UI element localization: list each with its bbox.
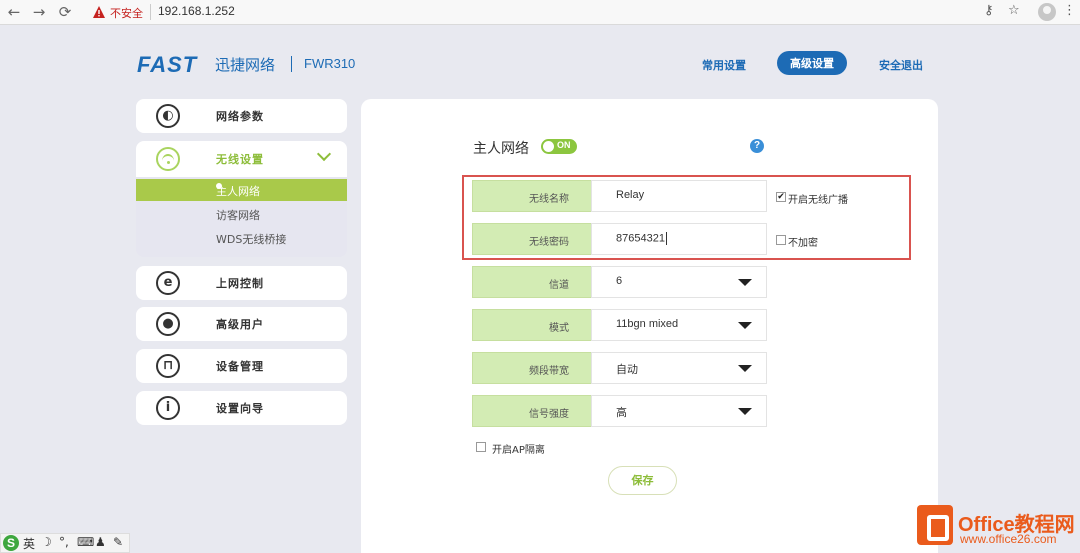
sidebar-section-wireless: 无线设置 主人网络 访客网络 WDS无线桥接 <box>136 141 347 257</box>
ime-moon-icon[interactable]: ☽ <box>41 535 52 549</box>
sidebar-item-wireless-settings[interactable]: 无线设置 <box>136 141 347 177</box>
sidebar-item-label: 无线设置 <box>216 153 264 166</box>
watermark-url: www.office26.com <box>960 532 1057 546</box>
nav-logout[interactable]: 安全退出 <box>879 57 923 73</box>
chevron-down-icon <box>316 146 332 162</box>
profile-avatar[interactable] <box>1038 3 1056 21</box>
ime-tool-icon[interactable]: ✎ <box>113 535 123 549</box>
office-logo-icon <box>917 505 953 545</box>
browser-toolbar: ← → ⟳ 不安全 192.168.1.252 ⚷ ☆ ⋮ <box>0 0 1080 25</box>
sidebar-item-device-management[interactable]: ⊓ 设备管理 <box>136 349 347 383</box>
forward-icon[interactable]: → <box>30 3 48 21</box>
sogou-icon[interactable]: S <box>3 535 19 551</box>
address-separator <box>150 4 151 20</box>
sidebar-item-label: 网络参数 <box>216 110 264 123</box>
mode-label: 模式 <box>472 309 592 341</box>
reload-icon[interactable]: ⟳ <box>56 3 74 21</box>
ime-punct-icon[interactable]: °, <box>59 535 69 549</box>
ime-user-icon[interactable]: ♟ <box>95 535 106 549</box>
insecure-label[interactable]: 不安全 <box>110 5 143 21</box>
channel-label: 信道 <box>472 266 592 298</box>
ssid-label: 无线名称 <box>472 180 592 212</box>
nav-common-settings[interactable]: 常用设置 <box>702 57 746 73</box>
page-title: 主人网络 <box>473 141 529 157</box>
back-icon[interactable]: ← <box>5 3 23 21</box>
sidebar-subitem-label: 主人网络 <box>216 185 260 198</box>
bandwidth-select[interactable]: 自动 <box>591 352 767 384</box>
help-icon[interactable]: ? <box>750 139 764 153</box>
wifi-icon <box>156 147 180 171</box>
no-encrypt-checkbox[interactable] <box>776 235 786 245</box>
signal-label: 信号强度 <box>472 395 592 427</box>
sidebar-item-label: 上网控制 <box>216 277 264 290</box>
sidebar-item-label: 设置向导 <box>216 402 264 415</box>
ap-isolation-label: 开启AP隔离 <box>492 445 545 456</box>
address-bar[interactable]: 192.168.1.252 <box>158 4 235 18</box>
menu-icon[interactable]: ⋮ <box>1063 3 1076 18</box>
ime-keyboard-icon[interactable]: ⌨ <box>77 535 94 549</box>
dropdown-arrow-icon <box>738 279 752 286</box>
text-caret <box>665 232 667 245</box>
ime-lang-toggle[interactable]: 英 <box>23 535 35 552</box>
signal-select[interactable]: 高 <box>591 395 767 427</box>
channel-select[interactable]: 6 <box>591 266 767 298</box>
mode-value: 11bgn mixed <box>616 318 679 330</box>
dropdown-arrow-icon <box>738 365 752 372</box>
warning-icon <box>93 6 105 18</box>
e-icon: e <box>156 271 180 295</box>
sidebar-subitem-guest-network[interactable]: 访客网络 <box>136 203 347 225</box>
sidebar-item-setup-wizard[interactable]: i 设置向导 <box>136 391 347 425</box>
user-icon: ● <box>156 312 180 336</box>
router-icon: ⊓ <box>156 354 180 378</box>
broadcast-label: 开启无线广播 <box>788 195 848 206</box>
key-icon[interactable]: ⚷ <box>984 3 994 18</box>
sidebar-item-advanced-user[interactable]: ● 高级用户 <box>136 307 347 341</box>
signal-value: 高 <box>616 407 627 419</box>
info-icon: i <box>156 396 180 420</box>
sidebar-subitem-label: WDS无线桥接 <box>216 233 287 246</box>
brand-logo: FAST <box>137 52 198 77</box>
bandwidth-label: 频段带宽 <box>472 352 592 384</box>
password-value: 87654321 <box>616 232 665 245</box>
sidebar-subitem-wds-bridge[interactable]: WDS无线桥接 <box>136 227 347 249</box>
sidebar-item-label: 高级用户 <box>216 318 264 331</box>
no-encrypt-label: 不加密 <box>788 238 818 249</box>
brand-divider <box>291 56 292 72</box>
ap-isolation-checkbox[interactable] <box>476 442 486 452</box>
password-input[interactable]: 87654321 <box>591 223 767 255</box>
sidebar-item-network-params[interactable]: ◐ 网络参数 <box>136 99 347 133</box>
bandwidth-value: 自动 <box>616 364 638 376</box>
password-label: 无线密码 <box>472 223 592 255</box>
nav-advanced-settings[interactable]: 高级设置 <box>777 51 847 75</box>
star-icon[interactable]: ☆ <box>1008 3 1020 18</box>
sidebar-subitem-label: 访客网络 <box>216 209 260 222</box>
channel-value: 6 <box>616 275 623 287</box>
sidebar-item-internet-control[interactable]: e 上网控制 <box>136 266 347 300</box>
save-button[interactable]: 保存 <box>608 466 677 495</box>
toggle-knob <box>543 141 554 152</box>
globe-icon: ◐ <box>156 104 180 128</box>
dropdown-arrow-icon <box>738 408 752 415</box>
dropdown-arrow-icon <box>738 322 752 329</box>
wifi-enable-toggle[interactable]: ON <box>541 139 577 154</box>
mode-select[interactable]: 11bgn mixed <box>591 309 767 341</box>
ssid-input[interactable]: Relay <box>591 180 767 212</box>
sidebar-subitem-host-network[interactable]: 主人网络 <box>136 179 347 201</box>
ime-toolbar: S 英 ☽ °, ⌨ ♟ ✎ <box>0 533 130 553</box>
broadcast-checkbox[interactable]: ✔ <box>776 192 786 202</box>
brand-name: 迅捷网络 <box>215 56 276 74</box>
router-model: FWR310 <box>304 56 356 71</box>
sidebar-item-label: 设备管理 <box>216 360 264 373</box>
toggle-text: ON <box>557 140 571 150</box>
